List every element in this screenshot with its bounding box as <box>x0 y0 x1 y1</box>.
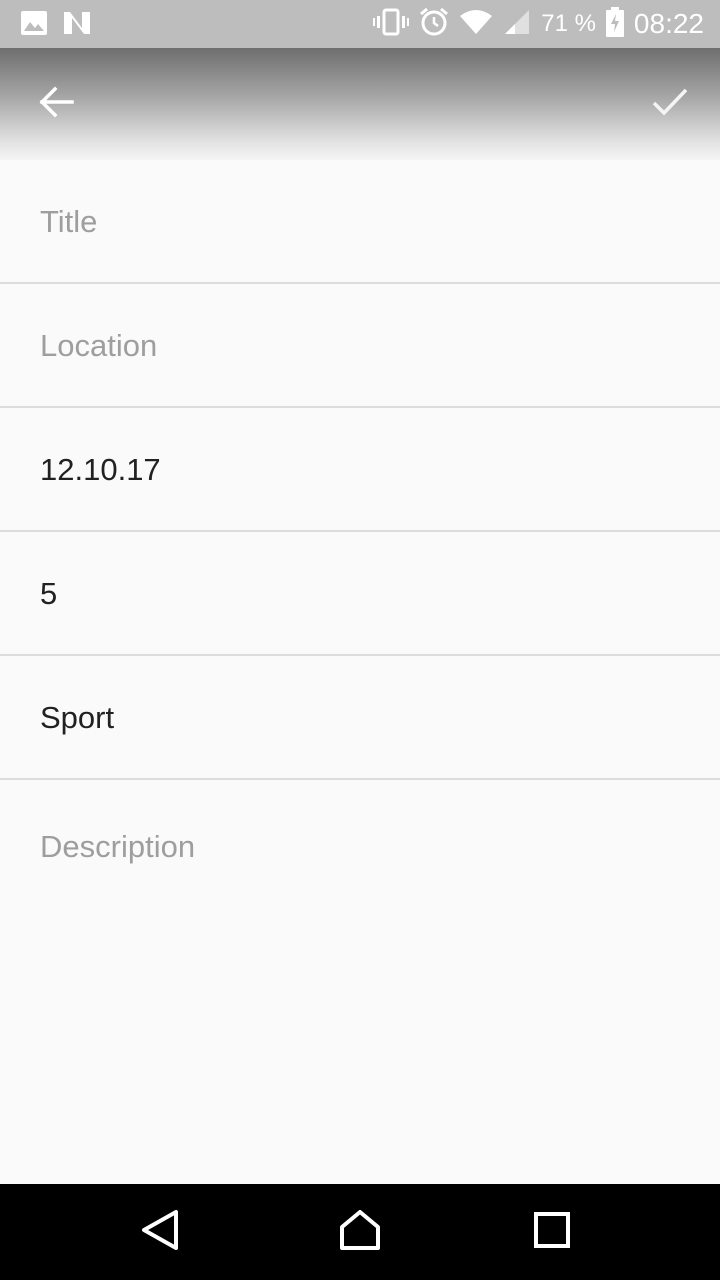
n-icon <box>62 10 92 41</box>
status-right-icons: 71 % 08:22 <box>373 6 704 42</box>
battery-percent: 71 % <box>541 10 596 37</box>
number-field[interactable]: 5 <box>0 532 720 656</box>
vibrate-icon <box>373 8 410 41</box>
home-icon <box>338 1209 382 1256</box>
title-input[interactable]: Title <box>0 160 720 284</box>
nav-back-button[interactable] <box>136 1208 184 1256</box>
nav-home-button[interactable] <box>336 1208 384 1256</box>
category-value: Sport <box>40 700 115 735</box>
nav-recents-button[interactable] <box>528 1208 576 1256</box>
status-left-icons <box>20 10 92 41</box>
status-bar: 71 % 08:22 <box>0 0 720 48</box>
location-placeholder: Location <box>40 328 158 363</box>
date-field[interactable]: 12.10.17 <box>0 408 720 532</box>
arrow-back-icon <box>38 86 74 123</box>
status-time: 08:22 <box>633 8 704 39</box>
number-value: 5 <box>40 576 58 611</box>
title-placeholder: Title <box>40 204 98 239</box>
description-placeholder: Description <box>40 829 196 864</box>
battery-charging-icon <box>605 6 624 42</box>
image-icon <box>20 10 48 41</box>
recents-icon <box>534 1211 570 1253</box>
event-form: Title Location 12.10.17 5 Sport <box>0 160 720 780</box>
app-toolbar <box>0 48 720 160</box>
save-button[interactable] <box>642 76 698 132</box>
description-input[interactable]: Description <box>0 785 720 1185</box>
check-icon <box>651 87 689 122</box>
location-input[interactable]: Location <box>0 284 720 408</box>
back-button[interactable] <box>28 76 84 132</box>
signal-icon <box>503 8 531 41</box>
wifi-icon <box>459 8 493 41</box>
category-field[interactable]: Sport <box>0 656 720 780</box>
back-triangle-icon <box>140 1209 180 1256</box>
alarm-icon <box>419 7 449 42</box>
navigation-bar <box>0 1184 720 1280</box>
date-value: 12.10.17 <box>40 452 161 487</box>
